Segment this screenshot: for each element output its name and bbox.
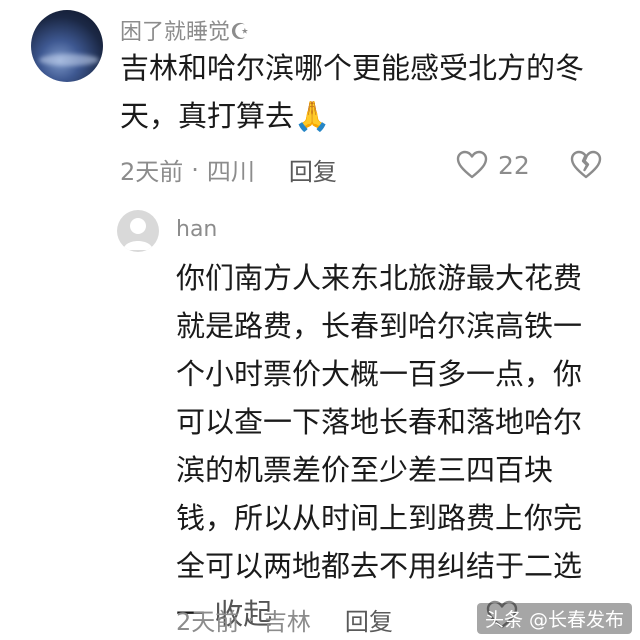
reply-avatar[interactable] [117, 210, 159, 252]
separator-dot: · [191, 155, 199, 184]
reply-line: 个小时票价大概一百多一点，你 [176, 357, 583, 391]
reply-line: 钱，所以从时间上到路费上你完 [176, 501, 583, 535]
avatar[interactable] [31, 10, 103, 82]
reply-username[interactable]: han [176, 217, 217, 242]
reply-line: 滨的机票差价至少差三四百块 [176, 453, 554, 487]
separator-dot: · [247, 605, 255, 634]
reply-location: 吉林 [262, 608, 311, 636]
reply-line: 你们南方人来东北旅游最大花费 [176, 261, 583, 295]
reply-time: 2天前 [176, 608, 240, 636]
reply-line: 就是路费，长春到哈尔滨高铁一 [176, 309, 583, 343]
comment-text: 吉林和哈尔滨哪个更能感受北方的冬 天，真打算去🙏 [120, 44, 584, 140]
default-avatar-icon [123, 218, 153, 250]
reply-line: 可以查一下落地长春和落地哈尔 [176, 405, 583, 439]
comment-location: 四川 [206, 158, 255, 186]
like-count: 22 [498, 150, 530, 180]
reply-text: 你们南方人来东北旅游最大花费 就是路费，长春到哈尔滨高铁一 个小时票价大概一百多… [176, 254, 582, 638]
like-button[interactable]: 22 [456, 150, 530, 180]
pray-emoji: 🙏 [294, 99, 331, 133]
watermark: 头条 @长春发布 [476, 603, 632, 634]
reply-line: 全可以两地都去不用纠结于二选 [176, 549, 583, 583]
reply-meta: 2天前 · 吉林 回复 [176, 602, 393, 637]
comment-line: 天，真打算去🙏 [120, 99, 331, 133]
comment-username[interactable]: 困了就睡觉☪ [120, 14, 250, 46]
reply-button[interactable]: 回复 [345, 602, 393, 637]
dislike-button[interactable] [570, 150, 602, 184]
comment-line: 吉林和哈尔滨哪个更能感受北方的冬 [120, 51, 585, 85]
comment-time: 2天前 [120, 158, 184, 186]
reply-button[interactable]: 回复 [289, 152, 337, 187]
comment-meta: 2天前 · 四川 回复 [120, 152, 337, 187]
heart-outline-icon [456, 150, 488, 179]
broken-heart-icon [570, 150, 602, 179]
